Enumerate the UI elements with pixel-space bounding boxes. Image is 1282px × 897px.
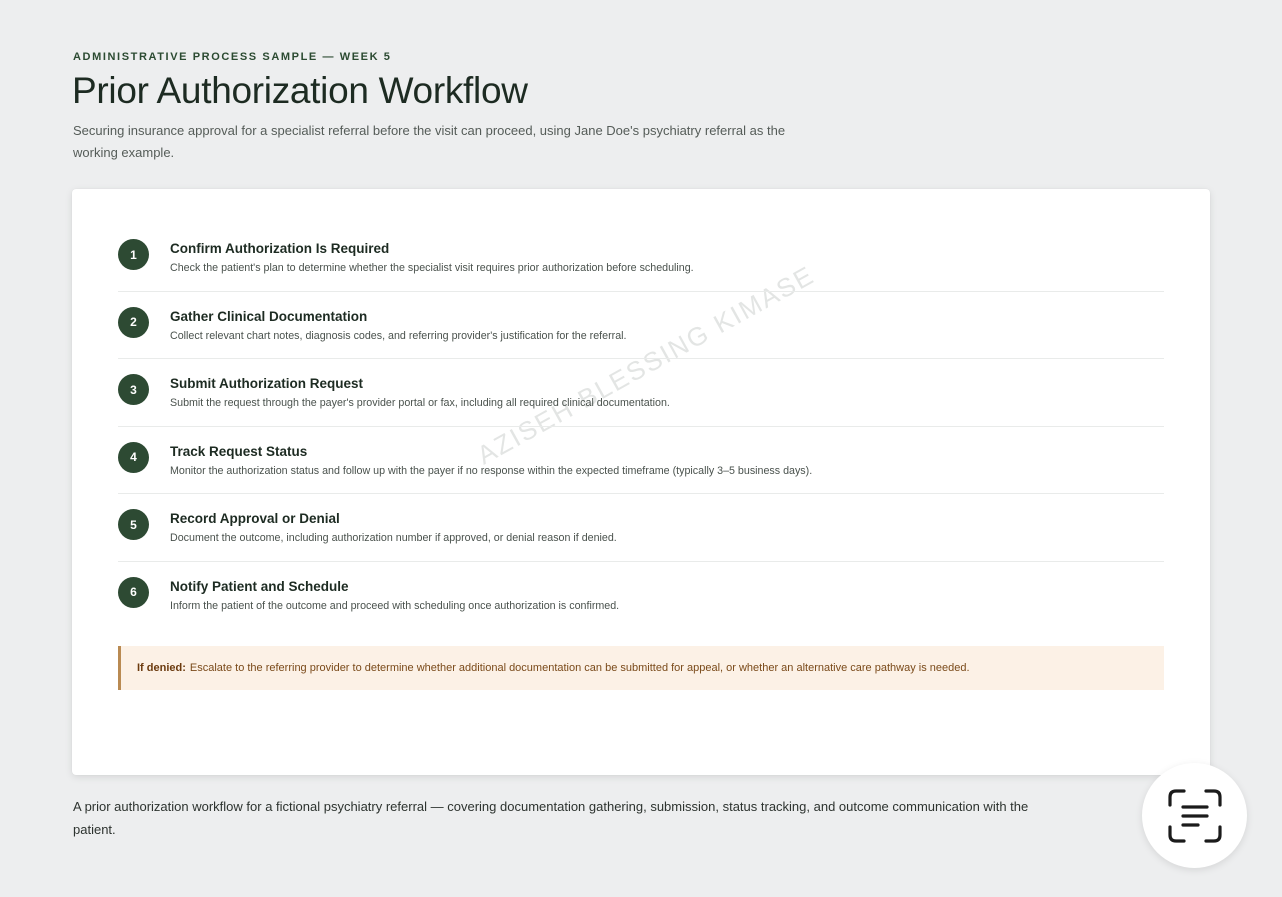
- page-subtitle: Securing insurance approval for a specia…: [73, 123, 786, 160]
- step-description: Monitor the authorization status and fol…: [170, 464, 813, 477]
- page: ADMINISTRATIVE PROCESS SAMPLE — WEEK 5 P…: [0, 0, 1282, 897]
- step-item: 4 Track Request Status Monitor the autho…: [118, 427, 1164, 494]
- denial-note-callout: If denied: Escalate to the referring pro…: [118, 646, 1164, 690]
- step-number-badge: 6: [118, 576, 149, 608]
- step-description: Inform the patient of the outcome and pr…: [170, 599, 620, 612]
- step-number-badge: 3: [118, 374, 149, 405]
- denial-note-label: If denied:: [137, 662, 186, 674]
- step-title: Record Approval or Denial: [170, 511, 340, 526]
- eyebrow-label: ADMINISTRATIVE PROCESS SAMPLE — WEEK 5: [73, 51, 392, 63]
- step-title: Gather Clinical Documentation: [170, 308, 368, 324]
- step-description: Submit the request through the payer's p…: [170, 397, 670, 409]
- step-title: Notify Patient and Schedule: [170, 578, 349, 594]
- step-item: 6 Notify Patient and Schedule Inform the…: [118, 562, 1164, 630]
- step-title: Track Request Status: [170, 443, 308, 459]
- step-number-badge: 2: [118, 306, 149, 338]
- step-number-badge: 1: [118, 239, 149, 270]
- workflow-card: AZISEH BLESSING KIMASE 1 Confirm Authori…: [72, 189, 1210, 775]
- step-number-badge: 5: [118, 509, 149, 540]
- page-title: Prior Authorization Workflow: [72, 70, 528, 111]
- figure-caption: A prior authorization workflow for a fic…: [73, 799, 1029, 837]
- step-description: Check the patient's plan to determine wh…: [170, 262, 694, 274]
- step-description: Collect relevant chart notes, diagnosis …: [170, 329, 627, 342]
- step-description: Document the outcome, including authoriz…: [170, 532, 617, 544]
- step-number-badge: 4: [118, 441, 149, 473]
- step-item: 2 Gather Clinical Documentation Collect …: [118, 292, 1164, 359]
- step-item: 5 Record Approval or Denial Document the…: [118, 494, 1164, 562]
- step-item: 3 Submit Authorization Request Submit th…: [118, 359, 1164, 427]
- denial-note-text: Escalate to the referring provider to de…: [189, 662, 970, 674]
- text-scan-button[interactable]: [1142, 763, 1247, 868]
- step-title: Confirm Authorization Is Required: [170, 241, 390, 256]
- step-list: 1 Confirm Authorization Is Required Chec…: [118, 224, 1164, 629]
- step-title: Submit Authorization Request: [170, 376, 363, 391]
- step-item: 1 Confirm Authorization Is Required Chec…: [118, 224, 1164, 292]
- text-scan-icon: [1167, 788, 1222, 843]
